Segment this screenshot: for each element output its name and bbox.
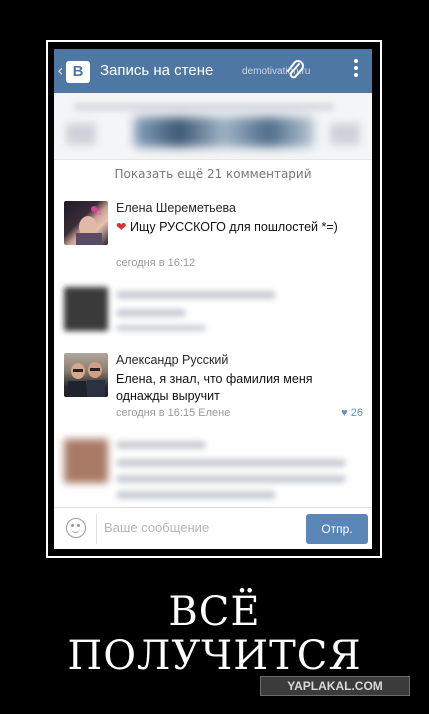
caption-line-1: ВСЁ bbox=[168, 589, 261, 635]
app-bar: ‹ B Запись на стене demotivation.ru bbox=[54, 49, 372, 93]
vk-logo-icon[interactable]: B bbox=[66, 61, 90, 83]
heart-icon: ♥ bbox=[341, 407, 348, 419]
caption-line-2: ПОЛУЧИТСЯ bbox=[67, 633, 362, 679]
paperclip-icon[interactable] bbox=[284, 59, 306, 87]
comment-text: ❤ Ищу РУССКОГО для пошлостей *=) bbox=[116, 220, 338, 234]
heart-emoji-icon: ❤ bbox=[116, 220, 127, 234]
comment-item-blurred bbox=[54, 429, 372, 507]
avatar bbox=[64, 439, 108, 483]
show-more-comments-link[interactable]: Показать ещё 21 комментарий bbox=[54, 159, 372, 193]
avatar[interactable] bbox=[64, 201, 108, 245]
message-input-bar: Отпр. bbox=[54, 507, 372, 549]
blurred-text bbox=[116, 491, 276, 499]
comment-author[interactable]: Александр Русский bbox=[116, 353, 228, 367]
blurred-time bbox=[116, 325, 206, 331]
blurred-text bbox=[116, 309, 186, 317]
smiley-icon[interactable] bbox=[66, 518, 86, 538]
comment-item: Александр Русский Елена, я знал, что фам… bbox=[54, 343, 372, 430]
avatar[interactable] bbox=[64, 353, 108, 397]
message-input[interactable] bbox=[104, 520, 294, 535]
send-button[interactable]: Отпр. bbox=[306, 514, 368, 544]
comment-time: сегодня в 16:15 Елене bbox=[116, 407, 231, 419]
more-vertical-icon[interactable] bbox=[354, 59, 358, 80]
back-chevron-icon[interactable]: ‹ bbox=[57, 61, 63, 80]
comment-author[interactable]: Елена Шереметьева bbox=[116, 201, 236, 215]
blurred-text bbox=[116, 475, 346, 483]
blurred-author bbox=[116, 441, 206, 449]
site-watermark: YAPLAKAL.COM bbox=[260, 676, 410, 696]
comment-time: сегодня в 16:12 bbox=[116, 257, 196, 269]
blurred-post-preview bbox=[54, 93, 372, 159]
like-counter[interactable]: ♥ 26 bbox=[341, 407, 363, 419]
avatar bbox=[64, 287, 108, 331]
page-title: Запись на стене bbox=[100, 62, 214, 79]
blurred-author bbox=[116, 291, 276, 299]
divider bbox=[96, 514, 97, 544]
comment-item: Елена Шереметьева ❤ Ищу РУССКОГО для пош… bbox=[54, 191, 372, 278]
comment-text: Елена, я знал, что фамилия меня однажды … bbox=[116, 372, 313, 403]
blurred-text bbox=[116, 459, 346, 467]
comment-item-blurred bbox=[54, 277, 372, 344]
phone-screenshot: ‹ B Запись на стене demotivation.ru Пока… bbox=[54, 49, 372, 549]
